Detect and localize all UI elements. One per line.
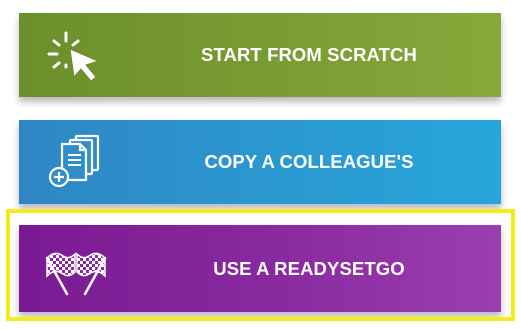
start-from-scratch-label: START FROM SCRATCH (201, 44, 417, 65)
copy-a-colleagues-button[interactable]: COPY A COLLEAGUE'S (19, 120, 501, 204)
start-from-scratch-button[interactable]: START FROM SCRATCH (19, 13, 501, 97)
use-a-readysetgo-button[interactable]: USE A READYSETGO (19, 225, 501, 312)
option-chooser: START FROM SCRATCH COPY A COLLEAGUE'S US… (0, 0, 521, 329)
copy-document-add-icon (41, 131, 111, 191)
checkered-flags-icon (41, 239, 111, 299)
use-a-readysetgo-label: USE A READYSETGO (213, 258, 405, 279)
copy-a-colleagues-label: COPY A COLLEAGUE'S (204, 151, 414, 172)
sparkle-cursor-icon (41, 25, 111, 85)
